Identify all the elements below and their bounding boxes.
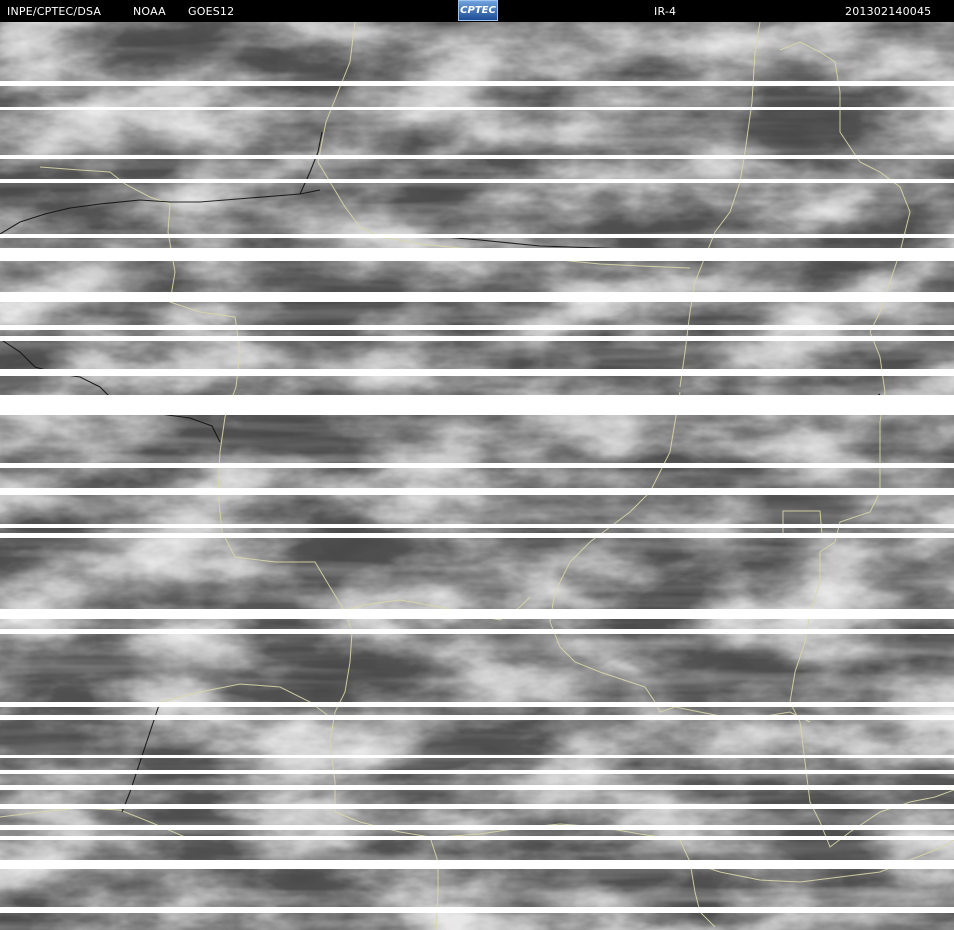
source-label: INPE/CPTEC/DSA <box>7 5 102 18</box>
timestamp-label: 201302140045 <box>845 5 932 18</box>
cptec-logo: CPTEC <box>458 0 498 21</box>
satellite-label: GOES12 <box>188 5 235 18</box>
header-bar: INPE/CPTEC/DSA NOAA GOES12 CPTEC IR-4 20… <box>0 0 954 22</box>
channel-label: IR-4 <box>654 5 677 18</box>
cptec-logo-text: CPTEC <box>460 5 496 16</box>
satellite-image-frame: INPE/CPTEC/DSA NOAA GOES12 CPTEC IR-4 20… <box>0 0 954 930</box>
infrared-imagery <box>0 22 954 930</box>
agency-label: NOAA <box>133 5 166 18</box>
imagery-svg <box>0 22 954 930</box>
